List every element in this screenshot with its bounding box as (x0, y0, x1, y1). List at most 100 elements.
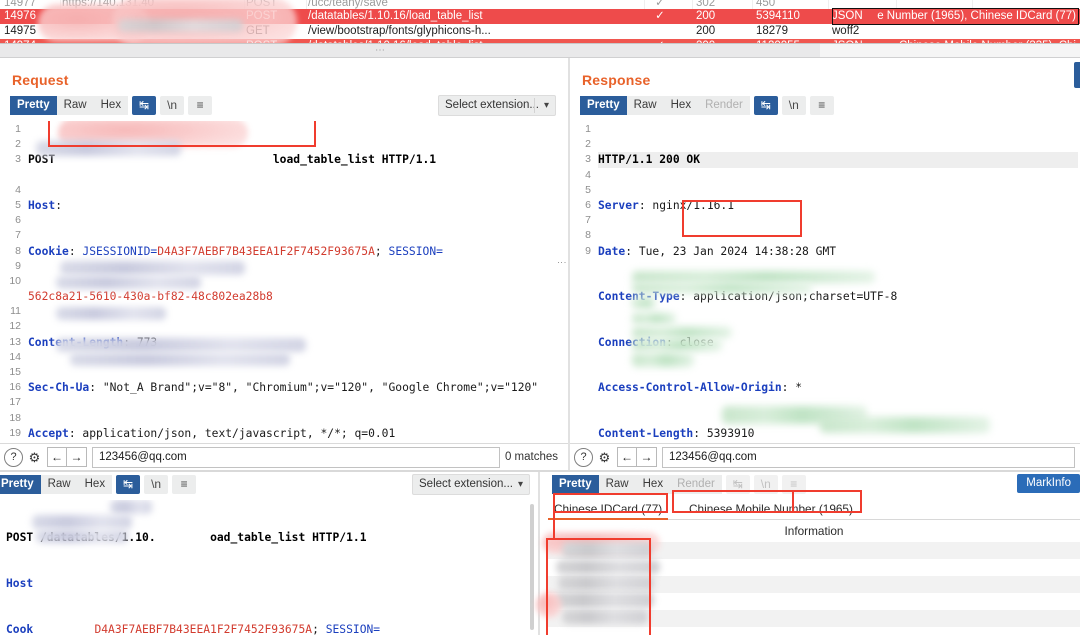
search-prev-button[interactable]: ← (617, 447, 637, 467)
request-line-numbers: 123 45 678910 111213141516 17181920 (9, 123, 21, 439)
redaction-blob (56, 338, 306, 352)
request2-code-view[interactable]: POST /datatables/1.10. oad_table_list HT… (6, 500, 536, 635)
res-line-6: Access-Control-Allow-Origin: * (598, 381, 803, 395)
select-extension-dropdown-2[interactable]: Select extension... ▾ (412, 474, 530, 495)
tab-pretty[interactable]: Pretty (552, 475, 599, 494)
res-line-1: HTTP/1.1 200 OK (598, 152, 1078, 168)
cell-url: /view/bootstrap/fonts/glyphicons-h... (308, 25, 491, 37)
markinfo-button[interactable]: MarkInfo (1017, 474, 1080, 493)
request-toolbar[interactable]: Pretty Raw Hex ↹ \n ≡ (10, 96, 213, 115)
tab-hex[interactable]: Hex (93, 96, 129, 115)
chevron-down-icon: ▾ (543, 100, 549, 111)
tab-render[interactable]: Render (698, 96, 750, 115)
req-line-6: Accept: application/json, text/javascrip… (28, 426, 396, 440)
help-icon[interactable]: ? (574, 447, 593, 467)
tab-pretty[interactable]: Pretty (10, 96, 57, 115)
redaction-blob (632, 271, 875, 283)
newline-icon[interactable]: \n (160, 96, 185, 115)
redaction-blob (554, 592, 654, 608)
tab-hex[interactable]: Hex (635, 475, 671, 494)
request2-scrollbar[interactable] (530, 504, 534, 630)
newline-icon[interactable]: \n (144, 475, 169, 494)
tab-render[interactable]: Render (670, 475, 722, 494)
redaction-blob (632, 327, 732, 338)
request2-toolbar[interactable]: Pretty Raw Hex ↹ \n ≡ (0, 475, 197, 494)
req-line-5: Sec-Ch-Ua: "Not_A Brand";v="8", "Chromiu… (28, 381, 539, 395)
redaction-blob (562, 542, 652, 558)
menu-icon[interactable]: ≡ (188, 96, 213, 115)
extractor-tabstrip[interactable]: Chinese IDCard (77) Chinese Mobile Numbe… (548, 498, 1080, 520)
search-prev-button[interactable]: ← (47, 447, 67, 467)
side-action-button[interactable] (1074, 62, 1080, 88)
gear-icon[interactable]: ⚙ (25, 448, 44, 467)
newline-icon[interactable]: \n (753, 475, 778, 494)
response-search-bar[interactable]: ? ⚙ ← → 123456@qq.com (570, 443, 1080, 470)
redaction-blob (60, 261, 245, 275)
redaction-blob (36, 141, 181, 156)
redaction-blob (36, 530, 128, 543)
tab-pretty[interactable]: Pretty (580, 96, 627, 115)
select-extension-dropdown[interactable]: Select extension... ▾ (438, 95, 556, 116)
splitter-grip-icon[interactable]: ⋯ (375, 46, 387, 56)
response-code-view[interactable]: 123456 789 HTTP/1.1 200 OK Server: nginx… (570, 121, 1080, 441)
cell-status: 200 (696, 25, 716, 37)
tab-pretty[interactable]: Pretty (0, 475, 41, 494)
req-line-3: Cookie: JSESSIONID=D4A3F7AEBF7B43EEA1F2F… (28, 244, 443, 258)
tab-hex[interactable]: Hex (663, 96, 699, 115)
word-wrap-icon[interactable]: ↹ (725, 475, 750, 494)
redaction-blob (536, 592, 562, 618)
request-code-view[interactable]: 123 45 678910 111213141516 17181920 POST… (0, 121, 568, 441)
cell-notes: e Number (1965), Chinese IDCard (77) (877, 10, 1076, 22)
response-panel-title: Response (582, 72, 651, 88)
tab-raw[interactable]: Raw (598, 475, 636, 494)
redaction-blob (118, 19, 243, 32)
horizontal-splitter[interactable]: ⋯ (0, 44, 1080, 58)
information-table-body[interactable] (536, 532, 1080, 635)
search-input[interactable]: 123456@qq.com (92, 446, 500, 468)
menu-icon[interactable]: ≡ (809, 96, 834, 115)
res-line-3: Date: Tue, 23 Jan 2024 14:38:28 GMT (598, 244, 837, 258)
response2-toolbar[interactable]: Pretty Raw Hex Render ↹ \n ≡ (552, 475, 806, 494)
select-extension-label: Select extension... (419, 478, 513, 490)
search-input[interactable]: 123456@qq.com (662, 446, 1075, 468)
word-wrap-icon[interactable]: ↹ (116, 475, 141, 494)
request-panel-title: Request (12, 72, 69, 88)
help-icon[interactable]: ? (4, 447, 23, 467)
redaction-blob (632, 297, 656, 309)
tab-raw[interactable]: Raw (56, 96, 94, 115)
redaction-blob (56, 307, 166, 320)
search-next-button[interactable]: → (637, 447, 657, 467)
tab-hex[interactable]: Hex (77, 475, 113, 494)
tab-raw[interactable]: Raw (40, 475, 78, 494)
word-wrap-icon[interactable]: ↹ (753, 96, 778, 115)
res-line-2: Server: nginx/1.16.1 (598, 199, 735, 212)
chevron-down-icon: ▾ (517, 479, 523, 490)
panel-resize-grip-icon[interactable]: ⋮ (557, 258, 567, 267)
request-search-bar[interactable]: ? ⚙ ← → 123456@qq.com 0 matches (0, 443, 568, 470)
tab-chinese-idcard[interactable]: Chinese IDCard (77) (548, 498, 669, 520)
request-panel: Request Pretty Raw Hex ↹ \n ≡ Select ext… (0, 58, 568, 470)
redaction-blob (556, 560, 660, 574)
burp-suite-window: 14977 https://140.131.40 POST /ucc/teany… (0, 0, 1080, 635)
match-count-label: 0 matches (504, 451, 558, 463)
redaction-blob (110, 500, 152, 514)
search-next-button[interactable]: → (67, 447, 87, 467)
request-panel-secondary: Pretty Raw Hex ↹ \n ≡ Select extension..… (0, 472, 540, 635)
proxy-history-table[interactable]: 14977 https://140.131.40 POST /ucc/teany… (0, 0, 1080, 44)
response-line-numbers: 123456 789 (585, 123, 591, 257)
menu-icon[interactable]: ≡ (172, 475, 197, 494)
redaction-blob (558, 576, 654, 590)
redaction-blob (632, 313, 676, 324)
newline-icon[interactable]: \n (781, 96, 806, 115)
cell-params: ✓ (655, 10, 665, 22)
req-line-2: Host: (28, 199, 63, 212)
tab-raw[interactable]: Raw (626, 96, 664, 115)
redaction-blob (632, 339, 722, 351)
gear-icon[interactable]: ⚙ (595, 448, 614, 467)
redaction-blob (632, 283, 812, 293)
tab-chinese-mobile-number[interactable]: Chinese Mobile Number (1965) (683, 498, 859, 520)
response-toolbar[interactable]: Pretty Raw Hex Render ↹ \n ≡ (580, 96, 834, 115)
word-wrap-icon[interactable]: ↹ (132, 96, 157, 115)
req2-line-3: Cook D4A3F7AEBF7B43EEA1F2F7452F93675A; S… (6, 622, 381, 635)
menu-icon[interactable]: ≡ (781, 475, 806, 494)
